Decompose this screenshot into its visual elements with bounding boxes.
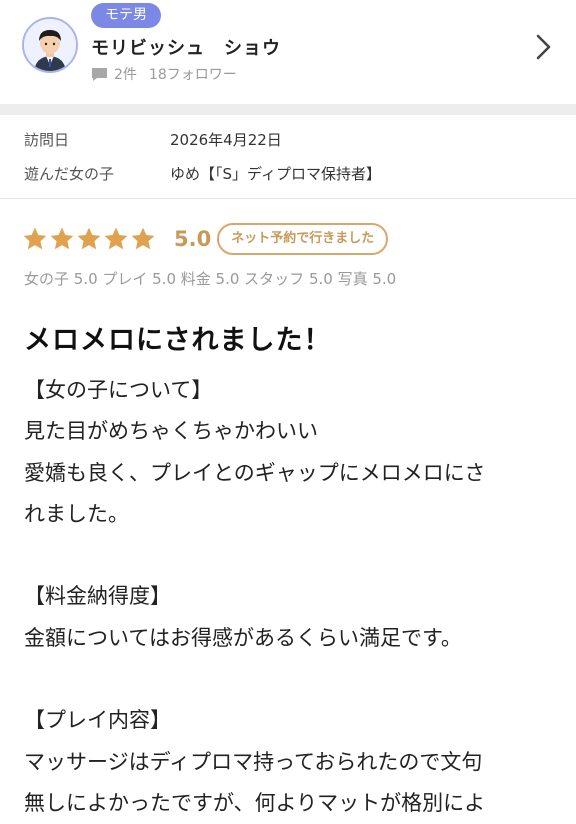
- review-line: 【プレイ内容】: [24, 708, 171, 733]
- star-icon: [131, 227, 155, 250]
- post-count: 2件: [114, 67, 137, 83]
- star-icon: [104, 227, 128, 250]
- user-meta: 2件 18フォロワー: [91, 64, 237, 84]
- sub-ratings: 女の子 5.0 プレイ 5.0 料金 5.0 スタッフ 5.0 写真 5.0: [24, 270, 397, 288]
- avatar[interactable]: [22, 17, 78, 73]
- visit-date-value: 2026年4月22日: [170, 131, 282, 149]
- chevron-right-icon[interactable]: [532, 33, 556, 61]
- review-line: れました。: [24, 501, 129, 526]
- review-line: 【料金納得度】: [24, 584, 171, 609]
- review-line: [24, 659, 554, 700]
- girl-value[interactable]: ゆめ【「S」ディプロマ保持者】: [170, 163, 381, 184]
- reviewer-header[interactable]: モテ男 モリビッシュ ショウ 2件 18フォロワー: [0, 0, 576, 104]
- follower-count: 18フォロワー: [148, 67, 237, 83]
- review-line: 金額についてはお得感があるくらい満足です。: [24, 625, 462, 650]
- section-divider: [0, 104, 576, 115]
- user-name[interactable]: モリビッシュ ショウ: [91, 34, 281, 60]
- star-rating: [22, 226, 156, 252]
- reservation-chip: ネット予約で行きました: [217, 223, 389, 255]
- info-divider: [0, 198, 576, 199]
- review-line: [24, 535, 554, 576]
- review-title: メロメロにされました！: [24, 325, 332, 356]
- star-icon: [77, 227, 101, 250]
- visit-date-label: 訪問日: [24, 131, 70, 149]
- girl-row: 遊んだ女の子 ゆめ【「S」ディプロマ保持者】: [0, 163, 576, 191]
- star-icon: [50, 227, 74, 250]
- star-icon: [23, 227, 47, 250]
- review-line: マッサージはディプロマ持っておられたので文句: [24, 749, 483, 774]
- girl-label: 遊んだ女の子: [24, 165, 115, 183]
- comment-icon: [92, 67, 107, 81]
- rating-row: 5.0 ネット予約で行きました: [22, 222, 389, 256]
- review-line: 【女の子について】: [24, 378, 213, 402]
- visit-date-row: 訪問日 2026年4月22日: [0, 129, 576, 157]
- review-line: 愛嬌も良く、プレイとのギャップにメロメロにさ: [24, 460, 486, 485]
- review-line: 見た目がめちゃくちゃかわいい: [24, 419, 318, 444]
- review-body: 【女の子について】見た目がめちゃくちゃかわいい愛嬌も良く、プレイとのギャップにメ…: [24, 370, 554, 824]
- review-line: 無しによかったですが、何よりマットが格別によ: [24, 790, 486, 815]
- rating-score: 5.0: [174, 227, 212, 251]
- user-rank-badge: モテ男: [91, 3, 161, 28]
- avatar-icon: [24, 19, 76, 71]
